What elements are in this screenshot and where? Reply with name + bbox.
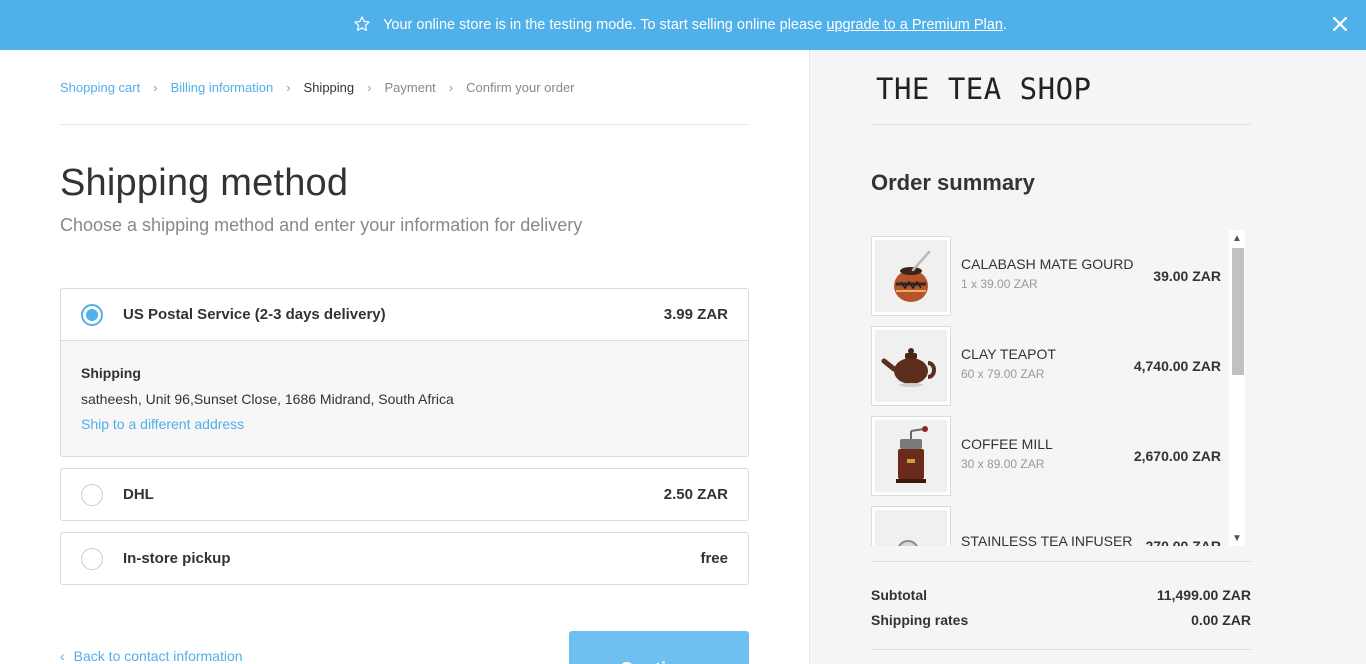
back-to-contact-link[interactable]: ‹ Back to contact information bbox=[60, 648, 243, 664]
scrollbar-thumb[interactable] bbox=[1232, 248, 1244, 375]
method-price: 3.99 ZAR bbox=[663, 306, 728, 323]
product-thumbnail bbox=[871, 236, 951, 316]
divider bbox=[871, 561, 1251, 562]
order-item: CALABASH MATE GOURD 1 x 39.00 ZAR 39.00 … bbox=[871, 236, 1231, 316]
breadcrumb-billing-information[interactable]: Billing information bbox=[171, 80, 274, 95]
item-total: 39.00 ZAR bbox=[1153, 268, 1221, 284]
method-name: In-store pickup bbox=[123, 550, 231, 567]
tea-infuser-icon bbox=[898, 540, 918, 546]
banner-suffix: . bbox=[1002, 17, 1007, 33]
shipping-details: Shipping satheesh, Unit 96,Sunset Close,… bbox=[61, 340, 748, 456]
chevron-down-icon[interactable]: ▼ bbox=[1229, 530, 1245, 546]
shipping-option-dhl: DHL 2.50 ZAR bbox=[60, 468, 749, 521]
back-link-label: Back to contact information bbox=[73, 648, 243, 664]
coffee-mill-icon bbox=[896, 426, 928, 483]
item-total: 270.00 ZAR bbox=[1145, 538, 1221, 546]
chevron-right-icon: › bbox=[286, 79, 291, 95]
shipping-option-pickup-row[interactable]: In-store pickup free bbox=[61, 533, 748, 584]
subtotal-value: 11,499.00 ZAR bbox=[1156, 586, 1251, 603]
shipping-details-label: Shipping bbox=[81, 365, 141, 381]
shipping-rates-row: Shipping rates 0.00 ZAR bbox=[871, 607, 1251, 632]
radio-button-pickup[interactable] bbox=[81, 547, 103, 570]
product-thumbnail bbox=[871, 506, 951, 546]
mate-gourd-icon bbox=[894, 250, 931, 302]
continue-button[interactable]: Continue bbox=[569, 631, 749, 664]
page-title: Shipping method bbox=[60, 162, 349, 204]
chevron-right-icon: › bbox=[153, 79, 158, 95]
item-quantity: 60 x 79.00 ZAR bbox=[961, 366, 1045, 381]
shipping-methods: US Postal Service (2-3 days delivery) 3.… bbox=[60, 288, 749, 585]
ship-to-different-address-link[interactable]: Ship to a different address bbox=[81, 416, 244, 432]
chevron-left-icon: ‹ bbox=[60, 648, 65, 664]
method-price: 2.50 ZAR bbox=[663, 486, 728, 503]
upgrade-link[interactable]: upgrade to a Premium Plan bbox=[826, 17, 1003, 33]
item-name: CALABASH MATE GOURD bbox=[961, 255, 1134, 272]
shipping-option-usps: US Postal Service (2-3 days delivery) 3.… bbox=[60, 288, 749, 457]
close-icon[interactable] bbox=[1332, 16, 1348, 32]
banner-message: Your online store is in the testing mode… bbox=[383, 17, 827, 33]
shipping-option-pickup: In-store pickup free bbox=[60, 532, 749, 585]
item-name: COFFEE MILL bbox=[961, 435, 1053, 452]
item-quantity: 30 x 89.00 ZAR bbox=[961, 456, 1045, 471]
item-name: STAINLESS TEA INFUSER bbox=[961, 532, 1133, 547]
chevron-right-icon: › bbox=[367, 79, 372, 95]
order-item: COFFEE MILL 30 x 89.00 ZAR 2,670.00 ZAR bbox=[871, 416, 1231, 496]
method-price: free bbox=[700, 550, 728, 567]
shop-logo[interactable]: THE TEA SHOP bbox=[876, 72, 1092, 106]
items-scrollbar[interactable]: ▲ ▼ bbox=[1229, 230, 1245, 546]
item-total: 2,670.00 ZAR bbox=[1133, 448, 1221, 464]
chevron-right-icon: › bbox=[448, 79, 454, 95]
breadcrumb-confirm-order: Confirm your order bbox=[466, 79, 575, 95]
divider bbox=[871, 124, 1251, 125]
method-name: DHL bbox=[123, 486, 154, 503]
item-name: CLAY TEAPOT bbox=[961, 345, 1056, 362]
shipping-address: satheesh, Unit 96,Sunset Close, 1686 Mid… bbox=[81, 391, 454, 407]
order-item: STAINLESS TEA INFUSER 270.00 ZAR bbox=[871, 506, 1231, 546]
order-totals: Subtotal 11,499.00 ZAR Shipping rates 0.… bbox=[871, 582, 1251, 632]
item-total: 4,740.00 ZAR bbox=[1133, 358, 1221, 374]
method-name: US Postal Service (2-3 days delivery) bbox=[123, 306, 386, 323]
breadcrumb: Shopping cart › Billing information › Sh… bbox=[60, 50, 749, 125]
product-thumbnail bbox=[871, 326, 951, 406]
teapot-icon bbox=[881, 348, 936, 387]
checkout-main: Shopping cart › Billing information › Sh… bbox=[60, 50, 749, 664]
star-icon bbox=[354, 16, 370, 31]
subtotal-label: Subtotal bbox=[871, 586, 927, 603]
shipping-option-usps-row[interactable]: US Postal Service (2-3 days delivery) 3.… bbox=[61, 289, 748, 340]
divider bbox=[871, 649, 1251, 650]
order-item: CLAY TEAPOT 60 x 79.00 ZAR 4,740.00 ZAR bbox=[871, 326, 1231, 406]
page-subtitle: Choose a shipping method and enter your … bbox=[60, 215, 583, 235]
shipping-option-dhl-row[interactable]: DHL 2.50 ZAR bbox=[61, 469, 748, 520]
order-summary-title: Order summary bbox=[871, 170, 1035, 195]
radio-button-usps[interactable] bbox=[81, 303, 103, 326]
shipping-rates-label: Shipping rates bbox=[871, 611, 969, 628]
chevron-up-icon[interactable]: ▲ bbox=[1229, 230, 1245, 246]
radio-button-dhl[interactable] bbox=[81, 483, 103, 506]
product-thumbnail bbox=[871, 416, 951, 496]
banner-text: Your online store is in the testing mode… bbox=[383, 17, 1007, 33]
breadcrumb-shipping: Shipping bbox=[303, 79, 355, 95]
order-items-list[interactable]: CALABASH MATE GOURD 1 x 39.00 ZAR 39.00 … bbox=[871, 230, 1251, 546]
breadcrumb-shopping-cart[interactable]: Shopping cart bbox=[60, 80, 140, 95]
breadcrumb-payment: Payment bbox=[384, 79, 436, 95]
test-mode-banner: Your online store is in the testing mode… bbox=[0, 0, 1366, 50]
order-summary-panel: THE TEA SHOP Order summary CALABASH MATE… bbox=[809, 50, 1366, 664]
item-quantity: 1 x 39.00 ZAR bbox=[961, 276, 1038, 291]
shipping-rates-value: 0.00 ZAR bbox=[1191, 611, 1251, 628]
subtotal-row: Subtotal 11,499.00 ZAR bbox=[871, 582, 1251, 607]
